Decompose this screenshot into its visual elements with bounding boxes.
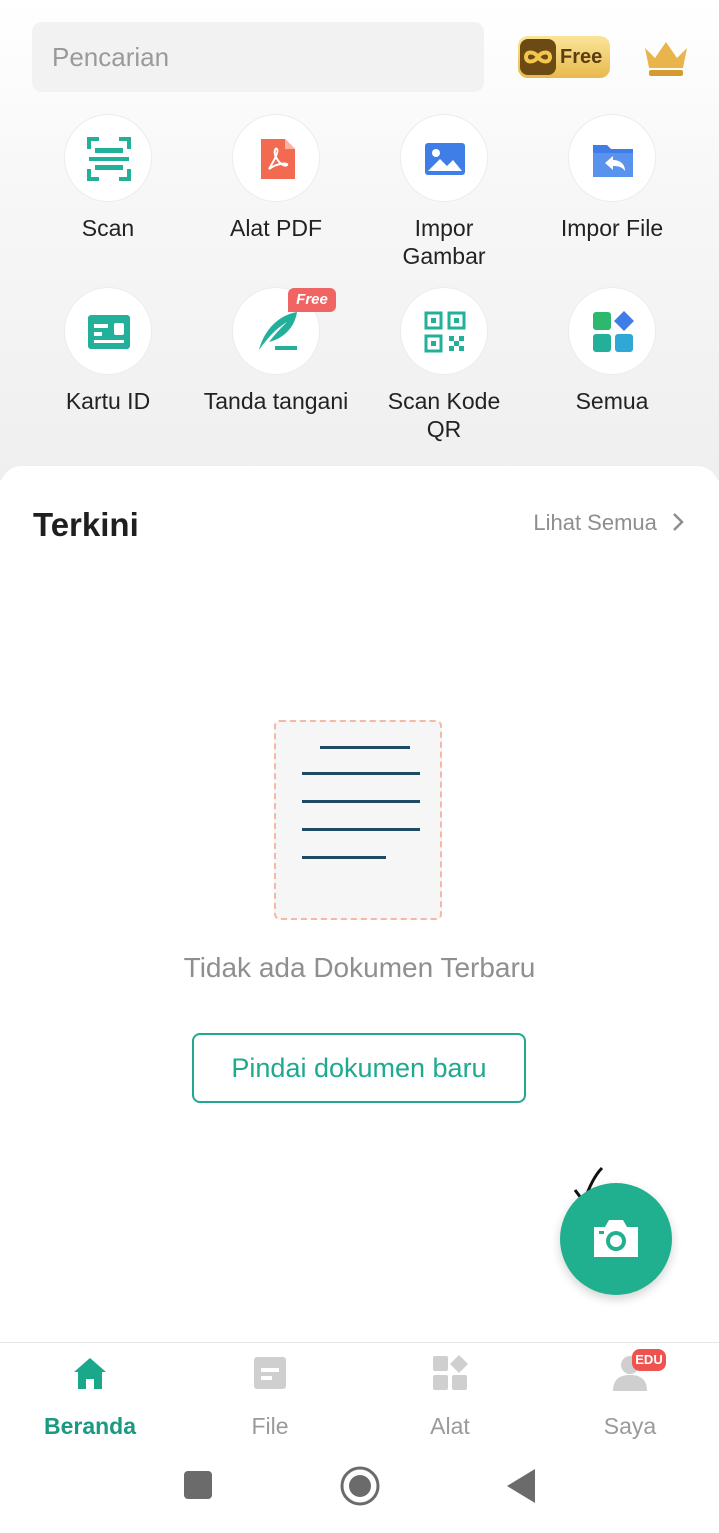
top-area: Pencarian Free Scan Alat PDF Impor Gamba… xyxy=(0,0,719,480)
tools-icon xyxy=(433,1355,468,1390)
nav-profile[interactable]: EDU Saya xyxy=(540,1343,719,1451)
tool-pdf-label: Alat PDF xyxy=(229,215,323,241)
tool-scan-label: Scan xyxy=(81,215,135,241)
doc-line xyxy=(320,746,410,749)
system-navigation-bar xyxy=(0,1450,719,1533)
recent-apps-icon[interactable] xyxy=(183,1470,213,1500)
infinity-icon xyxy=(520,39,556,75)
tool-scan[interactable]: Scan xyxy=(24,114,192,242)
tool-all[interactable]: Semua xyxy=(528,287,696,415)
nav-profile-label: Saya xyxy=(603,1413,657,1439)
free-badge-label: Free xyxy=(560,46,603,68)
tool-id-card-circle xyxy=(64,287,152,375)
see-all-label: Lihat Semua xyxy=(533,510,657,535)
back-icon[interactable] xyxy=(506,1468,536,1504)
image-icon xyxy=(425,143,465,175)
doc-line xyxy=(302,800,420,803)
scan-new-document-button[interactable]: Pindai dokumen baru xyxy=(192,1033,526,1103)
doc-line xyxy=(302,828,420,831)
tool-id-card[interactable]: Kartu ID xyxy=(24,287,192,415)
tool-import-image[interactable]: Impor Gambar xyxy=(360,114,528,270)
tool-import-file-circle xyxy=(568,114,656,202)
tool-all-circle xyxy=(568,287,656,375)
id-card-icon xyxy=(88,315,130,349)
tool-pdf-circle xyxy=(232,114,320,202)
doc-line xyxy=(302,856,386,859)
tool-pdf[interactable]: Alat PDF xyxy=(192,114,360,242)
tool-qr-scan-circle xyxy=(400,287,488,375)
nav-tools[interactable]: Alat xyxy=(360,1343,540,1451)
empty-state-text: Tidak ada Dokumen Terbaru xyxy=(183,952,536,983)
tool-all-label: Semua xyxy=(575,388,649,414)
chevron-right-icon xyxy=(673,513,684,531)
pdf-icon xyxy=(261,139,295,179)
free-badge[interactable]: Free xyxy=(518,36,610,78)
bottom-navigation: Beranda File Alat EDU Saya xyxy=(0,1342,719,1450)
home-button-icon[interactable] xyxy=(340,1466,380,1506)
tool-qr-scan[interactable]: Scan Kode QR xyxy=(360,287,528,443)
all-apps-icon xyxy=(593,311,634,352)
tool-id-card-label: Kartu ID xyxy=(65,388,151,414)
signature-icon xyxy=(259,312,297,350)
nav-file[interactable]: File xyxy=(180,1343,360,1451)
tool-signature-circle: Free xyxy=(232,287,336,375)
file-icon xyxy=(254,1357,286,1389)
crown-icon[interactable] xyxy=(642,38,690,78)
nav-tools-label: Alat xyxy=(430,1413,470,1439)
tool-qr-scan-label: Scan Kode QR xyxy=(387,388,501,442)
camera-icon xyxy=(594,1220,638,1257)
free-tag: Free xyxy=(288,288,336,312)
doc-line xyxy=(302,772,420,775)
nav-file-label: File xyxy=(251,1413,289,1439)
recent-title: Terkini xyxy=(33,506,139,543)
tool-signature[interactable]: Free Tanda tangani xyxy=(192,287,360,415)
empty-document-illustration xyxy=(274,720,442,920)
tool-scan-circle xyxy=(64,114,152,202)
tool-import-file-label: Impor File xyxy=(560,215,664,241)
nav-home-label: Beranda xyxy=(43,1413,137,1439)
scan-icon xyxy=(87,137,131,181)
search-input[interactable]: Pencarian xyxy=(32,22,484,92)
edu-badge: EDU xyxy=(632,1349,666,1371)
home-icon xyxy=(74,1358,106,1389)
tool-import-image-circle xyxy=(400,114,488,202)
tool-import-file[interactable]: Impor File xyxy=(528,114,696,242)
folder-import-icon xyxy=(593,145,633,177)
tool-import-image-label: Impor Gambar xyxy=(402,215,486,269)
tool-signature-label: Tanda tangani xyxy=(203,388,349,414)
see-all-link[interactable]: Lihat Semua xyxy=(533,510,685,536)
qr-code-icon xyxy=(424,311,466,353)
nav-home[interactable]: Beranda xyxy=(0,1343,180,1451)
camera-fab-button[interactable] xyxy=(560,1183,672,1295)
